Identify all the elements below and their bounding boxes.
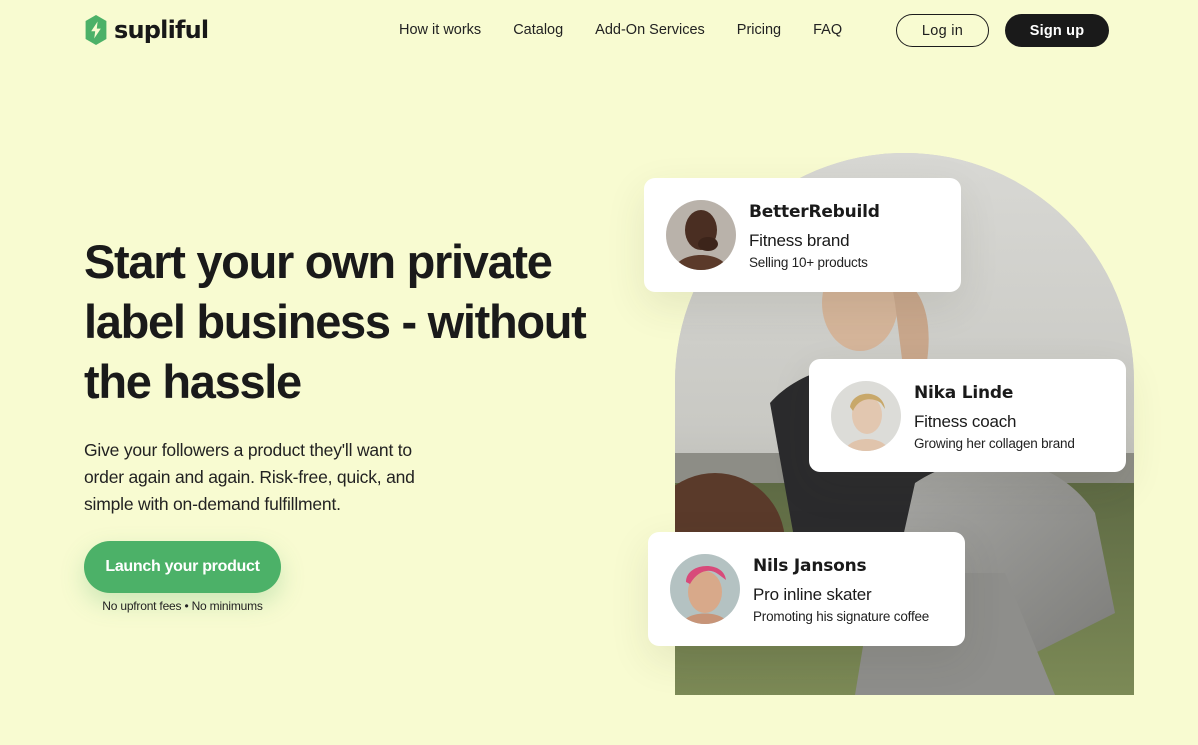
hero-subtitle: Give your followers a product they'll wa… [84,440,415,514]
launch-product-button[interactable]: Launch your product [84,541,281,593]
nav-how-it-works[interactable]: How it works [399,21,481,39]
nav-links: How it works Catalog Add-On Services Pri… [399,21,842,39]
card-name: Nils Jansons [753,556,867,576]
login-button[interactable]: Log in [896,14,989,47]
testimonial-card: Nils Jansons Pro inline skater Promoting… [648,532,965,646]
card-role: Fitness coach [914,412,1017,431]
card-name: Nika Linde [914,383,1014,403]
card-role: Fitness brand [749,231,850,250]
bolt-icon [85,15,107,45]
card-role: Pro inline skater [753,585,872,604]
cta-note: No upfront fees • No minimums [102,599,263,613]
brand-name: supliful [114,16,209,44]
card-description: Promoting his signature coffee [753,609,930,624]
nav-add-on-services[interactable]: Add-On Services [595,21,705,39]
avatar [831,381,901,451]
top-navigation: supliful How it works Catalog Add-On Ser… [0,0,1198,62]
nav-pricing[interactable]: Pricing [737,21,781,39]
card-description: Selling 10+ products [749,255,868,270]
hero-title: Start your own private label business - … [84,235,587,408]
card-name: BetterRebuild [749,202,880,222]
testimonial-card: Nika Linde Fitness coach Growing her col… [809,359,1126,472]
avatar [666,200,736,270]
nav-catalog[interactable]: Catalog [513,21,563,39]
testimonial-card: BetterRebuild Fitness brand Selling 10+ … [644,178,961,292]
avatar [670,554,740,624]
signup-button[interactable]: Sign up [1005,14,1109,47]
logo[interactable]: supliful [84,15,209,45]
card-description: Growing her collagen brand [914,436,1075,451]
nav-faq[interactable]: FAQ [813,21,842,39]
